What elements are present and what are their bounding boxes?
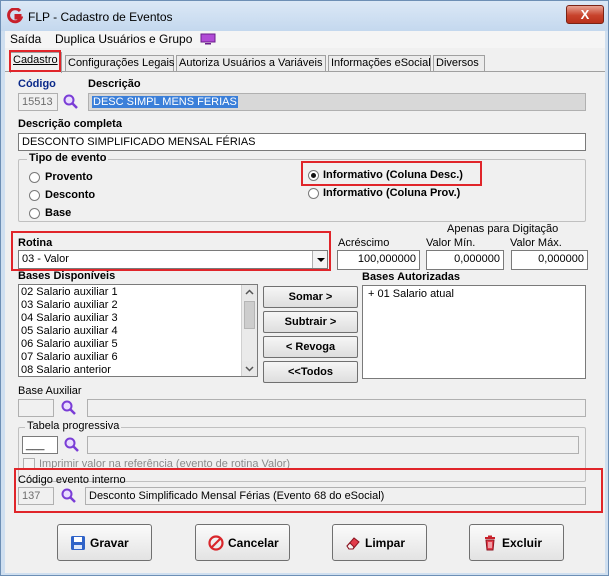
highlight-codigo-interno: [14, 468, 603, 513]
todos-button[interactable]: <<Todos: [263, 361, 358, 383]
tab-page-cadastro: Código Descrição 15513 DESC SIMPL MENS F…: [5, 71, 605, 514]
descricao-label: Descrição: [88, 78, 141, 90]
tipo-evento-title: Tipo de evento: [27, 152, 109, 164]
base-auxiliar-label: Base Auxiliar: [18, 385, 82, 397]
trash-icon: [485, 535, 495, 551]
list-item[interactable]: 04 Salario auxiliar 3: [21, 312, 118, 325]
tab-diversos[interactable]: Diversos: [433, 55, 485, 72]
tabela-progressiva-code-field[interactable]: ___: [22, 436, 58, 454]
cancelar-button[interactable]: Cancelar: [195, 524, 290, 561]
client-area: Cadastro Configurações Legais Autoriza U…: [5, 48, 605, 514]
window: FLP - Cadastro de Eventos X Saída Duplic…: [0, 0, 609, 576]
search-icon[interactable]: [63, 436, 81, 454]
radio-provento-label: Provento: [45, 171, 93, 183]
tab-informacoes-esocial[interactable]: Informações eSocial: [328, 55, 431, 72]
apenas-digitacao-label: Apenas para Digitação: [447, 223, 559, 235]
tab-bar: Cadastro Configurações Legais Autoriza U…: [5, 52, 605, 73]
gravar-button[interactable]: Gravar: [57, 524, 152, 561]
cancelar-label: Cancelar: [228, 536, 279, 550]
somar-button[interactable]: Somar >: [263, 286, 358, 308]
menu-bar: Saída Duplica Usuários e Grupo: [5, 31, 605, 48]
radio-base-label: Base: [45, 207, 72, 219]
bases-autorizadas-list[interactable]: + 01 Salario atual: [362, 285, 586, 379]
valor-min-label: Valor Mín.: [426, 237, 476, 249]
codigo-field[interactable]: 15513: [18, 93, 58, 111]
radio-base[interactable]: [29, 208, 40, 219]
acrescimo-label: Acréscimo: [338, 237, 390, 249]
scroll-down-icon[interactable]: [242, 361, 257, 376]
list-item[interactable]: 02 Salario auxiliar 1: [21, 286, 118, 299]
save-icon: [71, 536, 85, 550]
bases-disponiveis-list[interactable]: 02 Salario auxiliar 1 03 Salario auxilia…: [18, 284, 258, 377]
scroll-thumb[interactable]: [244, 301, 255, 329]
list-item[interactable]: 07 Salario auxiliar 6: [21, 351, 118, 364]
gravar-label: Gravar: [90, 536, 129, 550]
limpar-button[interactable]: Limpar: [332, 524, 427, 561]
cancel-icon: [208, 535, 224, 551]
subtrair-button[interactable]: Subtrair >: [263, 311, 358, 333]
excluir-button[interactable]: Excluir: [469, 524, 564, 561]
base-auxiliar-desc-field[interactable]: [87, 399, 586, 417]
descricao-completa-label: Descrição completa: [18, 118, 122, 130]
search-icon[interactable]: [62, 93, 80, 111]
valor-min-field[interactable]: 0,000000: [426, 250, 504, 270]
valor-max-field[interactable]: 0,000000: [511, 250, 588, 270]
list-item[interactable]: 08 Salario anterior: [21, 364, 111, 376]
descricao-selected-text: DESC SIMPL MENS FERIAS: [92, 96, 238, 108]
scroll-up-icon[interactable]: [242, 285, 257, 300]
limpar-label: Limpar: [365, 536, 406, 550]
window-title: FLP - Cadastro de Eventos: [28, 10, 173, 24]
bases-autorizadas-label: Bases Autorizadas: [362, 271, 461, 283]
bases-disponiveis-label: Bases Disponíveis: [18, 270, 116, 282]
menu-saida[interactable]: Saída: [10, 32, 41, 46]
radio-provento[interactable]: [29, 172, 40, 183]
title-bar[interactable]: FLP - Cadastro de Eventos X: [1, 1, 608, 31]
close-button[interactable]: X: [566, 5, 604, 24]
list-item[interactable]: + 01 Salario atual: [368, 288, 454, 301]
tab-configuracoes-legais[interactable]: Configurações Legais: [65, 55, 174, 72]
list-item[interactable]: 03 Salario auxiliar 2: [21, 299, 118, 312]
highlight-informativo: [301, 161, 482, 186]
highlight-tab-cadastro: [9, 50, 61, 72]
codigo-label: Código: [18, 78, 56, 90]
app-logo-icon: [7, 8, 23, 24]
menu-duplica-usuarios[interactable]: Duplica Usuários e Grupo: [55, 32, 192, 46]
list-item[interactable]: 06 Salario auxiliar 5: [21, 338, 118, 351]
radio-desconto-label: Desconto: [45, 189, 96, 201]
descricao-completa-field[interactable]: DESCONTO SIMPLIFICADO MENSAL FÉRIAS: [18, 133, 586, 151]
base-auxiliar-code-field[interactable]: [18, 399, 54, 417]
radio-informativo-prov-label: Informativo (Coluna Prov.): [323, 187, 461, 199]
radio-desconto[interactable]: [29, 190, 40, 201]
bases-disponiveis-scrollbar[interactable]: [241, 285, 257, 376]
search-icon[interactable]: [60, 399, 78, 417]
monitor-icon[interactable]: [200, 33, 216, 45]
tabela-progressiva-title: Tabela progressiva: [25, 420, 122, 432]
tab-autoriza-usuarios[interactable]: Autoriza Usuários a Variáveis: [176, 55, 326, 72]
button-bar: Gravar Cancelar Limpar Excluir: [5, 514, 605, 573]
radio-informativo-prov[interactable]: [308, 188, 319, 199]
valor-max-label: Valor Máx.: [510, 237, 562, 249]
tabela-progressiva-desc-field[interactable]: [87, 436, 579, 454]
excluir-label: Excluir: [502, 536, 543, 550]
highlight-rotina: [11, 231, 331, 271]
list-item[interactable]: 05 Salario auxiliar 4: [21, 325, 118, 338]
eraser-icon: [346, 537, 360, 550]
acrescimo-field[interactable]: 100,000000: [337, 250, 420, 270]
descricao-field[interactable]: DESC SIMPL MENS FERIAS: [88, 93, 586, 111]
revoga-button[interactable]: < Revoga: [263, 336, 358, 358]
